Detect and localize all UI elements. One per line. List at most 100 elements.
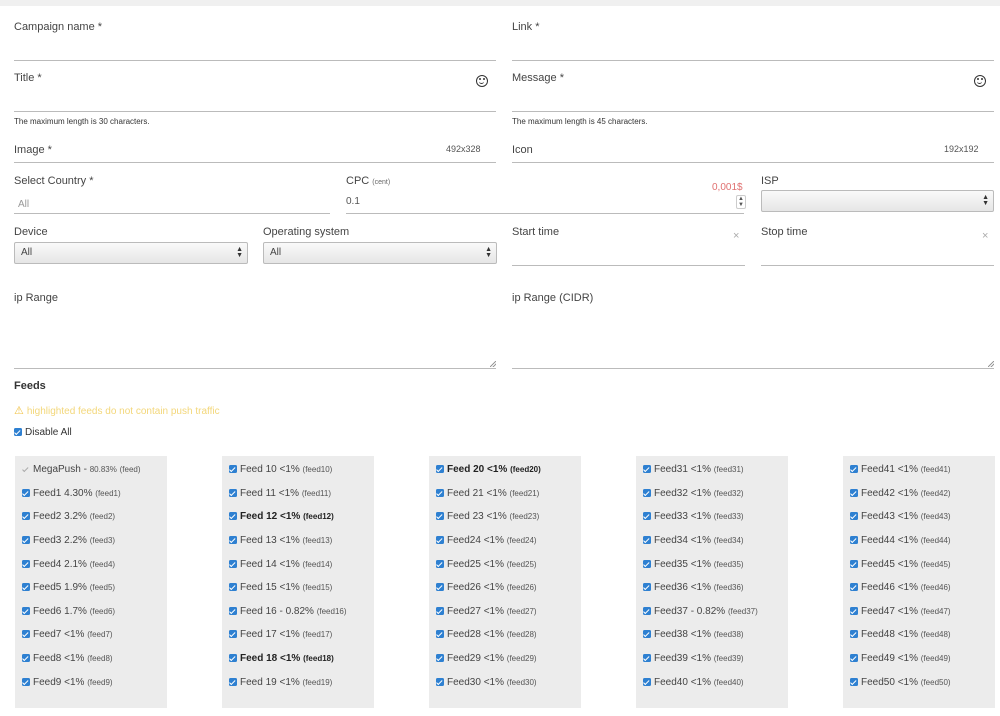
campaign-name-input[interactable] <box>14 60 496 61</box>
checkbox-icon[interactable] <box>22 583 30 592</box>
checkbox-icon[interactable] <box>22 654 30 663</box>
feed-checkbox-item[interactable]: Feed33 <1% (feed33) <box>643 511 744 522</box>
checkbox-icon[interactable] <box>850 583 858 592</box>
checkbox-icon[interactable] <box>22 536 30 545</box>
feed-checkbox-item[interactable]: Feed28 <1% (feed28) <box>436 629 537 640</box>
feed-checkbox-item[interactable]: Feed7 <1% (feed7) <box>22 629 113 640</box>
disable-all-checkbox[interactable]: Disable All <box>14 427 72 438</box>
checkbox-icon[interactable] <box>436 560 444 569</box>
feed-checkbox-item[interactable]: Feed26 <1% (feed26) <box>436 582 537 593</box>
feed-checkbox-item[interactable]: Feed35 <1% (feed35) <box>643 559 744 570</box>
isp-select[interactable]: ▲ ▼ <box>761 190 994 212</box>
feed-checkbox-item[interactable]: Feed42 <1% (feed42) <box>850 488 951 499</box>
message-input[interactable] <box>512 111 994 112</box>
checkbox-icon[interactable] <box>229 583 237 592</box>
feed-checkbox-item[interactable]: Feed 14 <1% (feed14) <box>229 559 332 570</box>
feed-checkbox-item[interactable]: MegaPush - 80.83% (feed) <box>22 464 141 475</box>
checkbox-icon[interactable] <box>229 560 237 569</box>
icon-input[interactable] <box>512 162 994 163</box>
feed-checkbox-item[interactable]: Feed 23 <1% (feed23) <box>436 511 539 522</box>
feed-checkbox-item[interactable]: Feed32 <1% (feed32) <box>643 488 744 499</box>
cpc-input[interactable]: 0.1 <box>346 196 360 207</box>
feed-checkbox-item[interactable]: Feed50 <1% (feed50) <box>850 677 951 688</box>
checkbox-icon[interactable] <box>643 607 651 616</box>
feed-checkbox-item[interactable]: Feed31 <1% (feed31) <box>643 464 744 475</box>
checkbox-icon[interactable] <box>850 465 858 474</box>
feed-checkbox-item[interactable]: Feed1 4.30% (feed1) <box>22 488 121 499</box>
feed-checkbox-item[interactable]: Feed9 <1% (feed9) <box>22 677 113 688</box>
checkbox-icon[interactable] <box>850 512 858 521</box>
feed-checkbox-item[interactable]: Feed43 <1% (feed43) <box>850 511 951 522</box>
clear-icon[interactable]: × <box>733 230 739 242</box>
checkbox-icon[interactable] <box>436 465 444 474</box>
feed-checkbox-item[interactable]: Feed 20 <1% (feed20) <box>436 464 541 475</box>
feed-checkbox-item[interactable]: Feed40 <1% (feed40) <box>643 677 744 688</box>
checkbox-icon[interactable] <box>229 630 237 639</box>
checkbox-icon[interactable] <box>643 630 651 639</box>
checkbox-icon[interactable] <box>643 512 651 521</box>
feed-checkbox-item[interactable]: Feed 17 <1% (feed17) <box>229 629 332 640</box>
title-input[interactable] <box>14 111 496 112</box>
feed-checkbox-item[interactable]: Feed 19 <1% (feed19) <box>229 677 332 688</box>
checkbox-icon[interactable] <box>436 583 444 592</box>
checkbox-icon[interactable] <box>643 678 651 687</box>
feed-checkbox-item[interactable]: Feed27 <1% (feed27) <box>436 606 537 617</box>
checkbox-icon[interactable] <box>850 607 858 616</box>
checkbox-icon[interactable] <box>436 512 444 521</box>
checkbox-icon[interactable] <box>229 607 237 616</box>
checkbox-icon[interactable] <box>643 583 651 592</box>
start-time-input[interactable] <box>512 265 745 266</box>
checkbox-icon[interactable] <box>14 428 22 437</box>
checkbox-icon[interactable] <box>22 607 30 616</box>
checkbox-icon[interactable] <box>436 678 444 687</box>
checkbox-icon[interactable] <box>850 536 858 545</box>
checkbox-icon[interactable] <box>229 512 237 521</box>
feed-checkbox-item[interactable]: Feed25 <1% (feed25) <box>436 559 537 570</box>
feed-checkbox-item[interactable]: Feed39 <1% (feed39) <box>643 653 744 664</box>
checkbox-icon[interactable] <box>850 654 858 663</box>
checkbox-icon[interactable] <box>850 489 858 498</box>
feed-checkbox-item[interactable]: Feed 18 <1% (feed18) <box>229 653 334 664</box>
feed-checkbox-item[interactable]: Feed34 <1% (feed34) <box>643 535 744 546</box>
feed-checkbox-item[interactable]: Feed46 <1% (feed46) <box>850 582 951 593</box>
feed-checkbox-item[interactable]: Feed6 1.7% (feed6) <box>22 606 115 617</box>
feed-checkbox-item[interactable]: Feed48 <1% (feed48) <box>850 629 951 640</box>
feed-checkbox-item[interactable]: Feed47 <1% (feed47) <box>850 606 951 617</box>
feed-checkbox-item[interactable]: Feed 12 <1% (feed12) <box>229 511 334 522</box>
feed-checkbox-item[interactable]: Feed41 <1% (feed41) <box>850 464 951 475</box>
resize-grip-icon[interactable] <box>988 361 994 367</box>
feed-checkbox-item[interactable]: Feed29 <1% (feed29) <box>436 653 537 664</box>
feed-checkbox-item[interactable]: Feed24 <1% (feed24) <box>436 535 537 546</box>
feed-checkbox-item[interactable]: Feed 11 <1% (feed11) <box>229 488 331 499</box>
feed-checkbox-item[interactable]: Feed 10 <1% (feed10) <box>229 464 332 475</box>
feed-checkbox-item[interactable]: Feed30 <1% (feed30) <box>436 677 537 688</box>
feed-checkbox-item[interactable]: Feed5 1.9% (feed5) <box>22 582 115 593</box>
ip-range-cidr-textarea[interactable] <box>512 284 994 369</box>
checkbox-icon[interactable] <box>850 560 858 569</box>
checkbox-icon[interactable] <box>643 489 651 498</box>
image-input[interactable] <box>14 162 496 163</box>
checkbox-icon[interactable] <box>436 630 444 639</box>
spinner-icon[interactable]: ▲ ▼ <box>736 195 746 209</box>
checkbox-icon[interactable] <box>436 654 444 663</box>
clear-icon[interactable]: × <box>982 230 988 242</box>
ip-range-textarea[interactable] <box>14 284 496 369</box>
checkbox-icon[interactable] <box>436 489 444 498</box>
checkbox-icon[interactable] <box>22 512 30 521</box>
checkbox-icon[interactable] <box>22 489 30 498</box>
checkbox-icon[interactable] <box>22 630 30 639</box>
checkbox-icon[interactable] <box>643 465 651 474</box>
checkbox-icon[interactable] <box>436 607 444 616</box>
feed-checkbox-item[interactable]: Feed36 <1% (feed36) <box>643 582 744 593</box>
feed-checkbox-item[interactable]: Feed 21 <1% (feed21) <box>436 488 539 499</box>
feed-checkbox-item[interactable]: Feed8 <1% (feed8) <box>22 653 113 664</box>
smiley-icon[interactable] <box>476 75 488 87</box>
checkbox-icon[interactable] <box>22 465 30 473</box>
resize-grip-icon[interactable] <box>490 361 496 367</box>
smiley-icon[interactable] <box>974 75 986 87</box>
feed-checkbox-item[interactable]: Feed3 2.2% (feed3) <box>22 535 115 546</box>
country-input[interactable]: All <box>18 199 29 210</box>
checkbox-icon[interactable] <box>229 465 237 474</box>
checkbox-icon[interactable] <box>22 560 30 569</box>
feed-checkbox-item[interactable]: Feed 16 - 0.82% (feed16) <box>229 606 347 617</box>
